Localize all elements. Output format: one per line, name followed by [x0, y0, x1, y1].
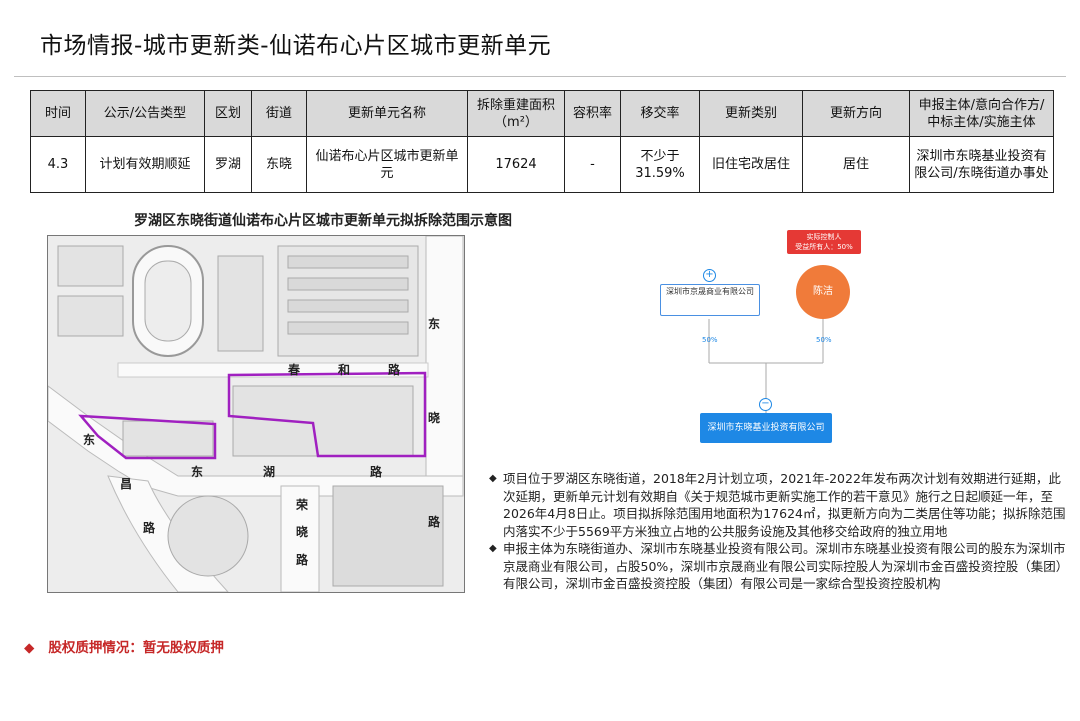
pledge-diamond-icon: ◆: [24, 640, 35, 656]
cell-time: 4.3: [30, 136, 86, 193]
cell-update-direction: 居住: [802, 136, 910, 193]
road-label-dongchang-3: 路: [143, 520, 156, 535]
description-list: ◆ 项目位于罗湖区东晓街道，2018年2月计划立项，2021年-2022年发布两…: [489, 470, 1069, 593]
col-header-update-direction: 更新方向: [802, 90, 910, 137]
cell-district: 罗湖: [204, 136, 252, 193]
bullet-diamond-icon: ◆: [489, 473, 497, 484]
bullet-text-applicant: 申报主体为东晓街道办、深圳市东晓基业投资有限公司。深圳市东晓基业投资有限公司的股…: [503, 541, 1069, 591]
bullet-text-project: 项目位于罗湖区东晓街道，2018年2月计划立项，2021年-2022年发布两次计…: [503, 471, 1066, 539]
cell-street: 东晓: [251, 136, 307, 193]
cell-update-category: 旧住宅改居住: [699, 136, 803, 193]
road-label-dongchang-1: 东: [83, 432, 95, 447]
col-header-transfer-rate: 移交率: [620, 90, 700, 137]
person-node[interactable]: 陈洁: [796, 265, 850, 319]
col-header-far: 容积率: [564, 90, 621, 137]
col-header-update-category: 更新类别: [699, 90, 803, 137]
cell-far: -: [564, 136, 621, 193]
list-item: ◆ 申报主体为东晓街道办、深圳市东晓基业投资有限公司。深圳市东晓基业投资有限公司…: [489, 540, 1069, 593]
road-label-rongxiao-3: 路: [296, 552, 309, 567]
road-label-dongxiao-2: 晓: [428, 410, 440, 425]
road-label-donghu-3: 路: [370, 464, 383, 479]
cell-notice-type: 计划有效期顺延: [85, 136, 205, 193]
equity-pledge-note: ◆ 股权质押情况：暂无股权质押: [24, 636, 224, 656]
col-header-demolition-area: 拆除重建面积（m²）: [467, 90, 565, 137]
pledge-text: 股权质押情况：暂无股权质押: [48, 640, 224, 656]
person-role-line1: 实际控制人: [806, 233, 842, 241]
road-label-chunhe-3: 路: [388, 362, 401, 377]
page-title: 市场情报-城市更新类-仙诺布心片区城市更新单元: [40, 33, 552, 59]
cell-unit-name: 仙诺布心片区城市更新单元: [306, 136, 468, 193]
col-header-applicant: 申报主体/意向合作方/中标主体/实施主体: [909, 90, 1054, 137]
col-header-street: 街道: [251, 90, 307, 137]
road-label-donghu-1: 东: [191, 464, 203, 479]
person-role-tag: 实际控制人 受益所有人：50%: [787, 230, 861, 254]
col-header-time: 时间: [30, 90, 86, 137]
collapse-icon[interactable]: −: [759, 398, 772, 411]
road-label-chunhe-2: 和: [337, 362, 350, 377]
road-label-dongchang-2: 昌: [120, 477, 132, 491]
title-divider: [14, 76, 1066, 77]
road-label-rongxiao-2: 晓: [296, 524, 308, 539]
road-label-dongxiao-1: 东: [428, 316, 440, 331]
road-label-donghu-2: 湖: [263, 464, 275, 479]
company-node-jingsheng[interactable]: 深圳市京晟商业有限公司: [660, 284, 760, 316]
table-row: 4.3 计划有效期顺延 罗湖 东晓 仙诺布心片区城市更新单元 17624 - 不…: [30, 136, 1054, 193]
site-map: 春 和 路 东 晓 路 东 湖 路 荣 晓 路 东 昌 路: [47, 235, 465, 593]
road-label-dongxiao-3: 路: [428, 514, 441, 529]
bullet-diamond-icon: ◆: [489, 543, 497, 554]
col-header-notice-type: 公示/公告类型: [85, 90, 205, 137]
equity-graph: 实际控制人 受益所有人：50% 陈洁 + 深圳市京晟商业有限公司 50% 50%…: [640, 230, 870, 445]
cell-applicant: 深圳市东晓基业投资有限公司/东晓街道办事处: [909, 136, 1054, 193]
list-item: ◆ 项目位于罗湖区东晓街道，2018年2月计划立项，2021年-2022年发布两…: [489, 470, 1069, 540]
map-title: 罗湖区东晓街道仙诺布心片区城市更新单元拟拆除范围示意图: [134, 213, 512, 229]
site-map-drawing: 春 和 路 东 晓 路 东 湖 路 荣 晓 路 东 昌 路: [48, 236, 464, 592]
company-node-dongxiao[interactable]: 深圳市东晓基业投资有限公司: [700, 413, 832, 443]
info-table: 时间 公示/公告类型 区划 街道 更新单元名称 拆除重建面积（m²） 容积率 移…: [30, 90, 1054, 193]
col-header-unit-name: 更新单元名称: [306, 90, 468, 137]
expand-icon[interactable]: +: [703, 269, 716, 282]
col-header-district: 区划: [204, 90, 252, 137]
pct-right: 50%: [816, 336, 832, 344]
cell-transfer-rate: 不少于31.59%: [620, 136, 700, 193]
table-header-row: 时间 公示/公告类型 区划 街道 更新单元名称 拆除重建面积（m²） 容积率 移…: [30, 90, 1054, 137]
cell-demolition-area: 17624: [467, 136, 565, 193]
person-role-line2: 受益所有人：50%: [795, 243, 853, 251]
road-label-rongxiao-1: 荣: [295, 497, 309, 512]
road-label-chunhe-1: 春: [287, 362, 301, 377]
pct-left: 50%: [702, 336, 718, 344]
